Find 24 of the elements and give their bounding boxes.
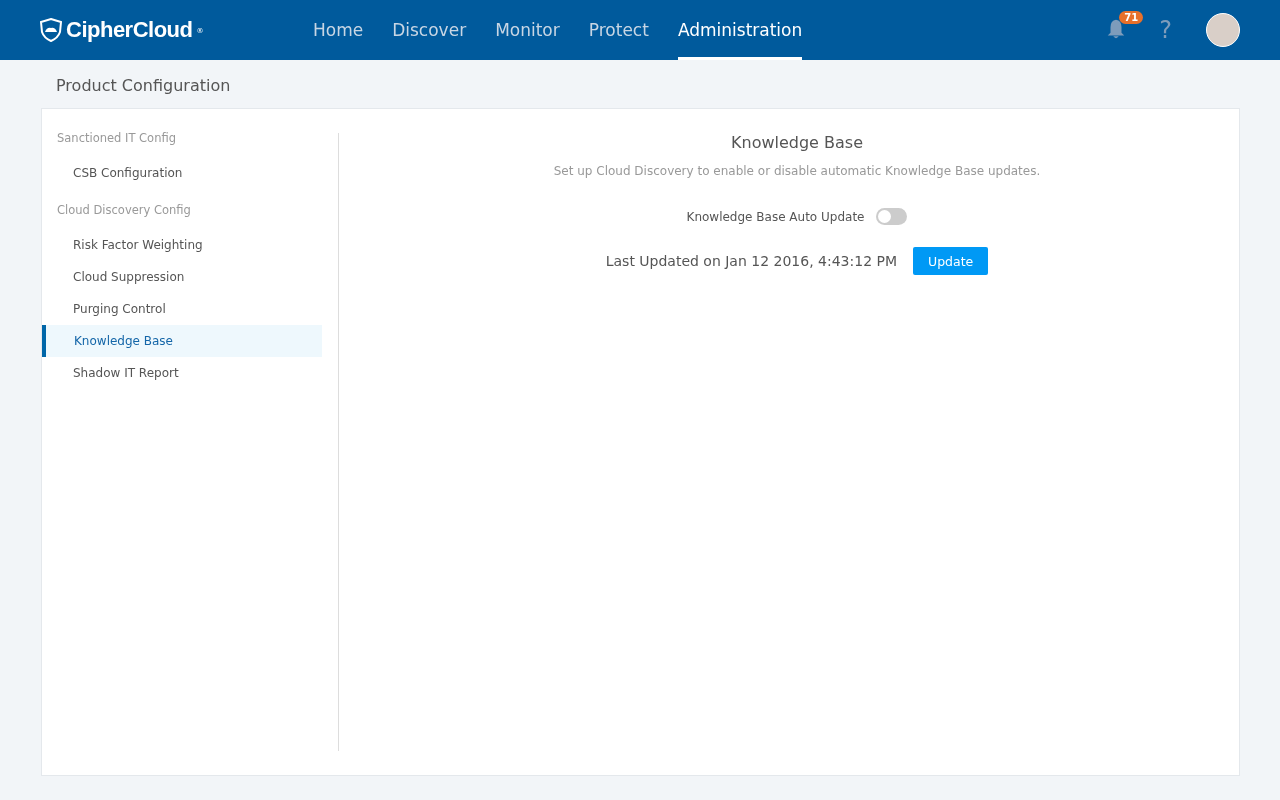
nav-tab[interactable]: Administration (677, 0, 803, 60)
update-button[interactable]: Update (913, 247, 989, 275)
sidebar-item[interactable]: CSB Configuration (42, 157, 322, 189)
sidebar-item[interactable]: Cloud Suppression (42, 261, 322, 293)
logo-text: CipherCloud (66, 17, 193, 43)
nav-tab[interactable]: Discover (392, 0, 467, 60)
nav-tab[interactable]: Monitor (495, 0, 560, 60)
sidebar-group-title: Cloud Discovery Config (56, 205, 192, 219)
sidebar-item[interactable]: Risk Factor Weighting (42, 229, 322, 261)
avatar[interactable] (1206, 13, 1240, 47)
nav-tab[interactable]: Protect (588, 0, 649, 60)
notification-count: 71 (1119, 11, 1144, 24)
section-description: Set up Cloud Discovery to enable or disable automatic Knowledge Base updates. (553, 164, 1041, 178)
auto-update-toggle[interactable] (876, 208, 908, 225)
nav-tab[interactable]: Home (313, 0, 364, 60)
section-title: Knowledge Base (731, 133, 863, 152)
sidebar-item[interactable]: Knowledge Base (42, 325, 322, 357)
sidebar-group-title: Sanctioned IT Config (56, 133, 177, 147)
toggle-label: Knowledge Base Auto Update (686, 209, 865, 224)
sidebar-item[interactable]: Purging Control (42, 293, 322, 325)
sidebar-item[interactable]: Shadow IT Report (42, 357, 322, 389)
last-updated-text: Last Updated on Jan 12 2016, 4:43:12 PM (605, 253, 897, 269)
shield-icon (40, 18, 62, 42)
page-title: Product Configuration (55, 75, 232, 97)
